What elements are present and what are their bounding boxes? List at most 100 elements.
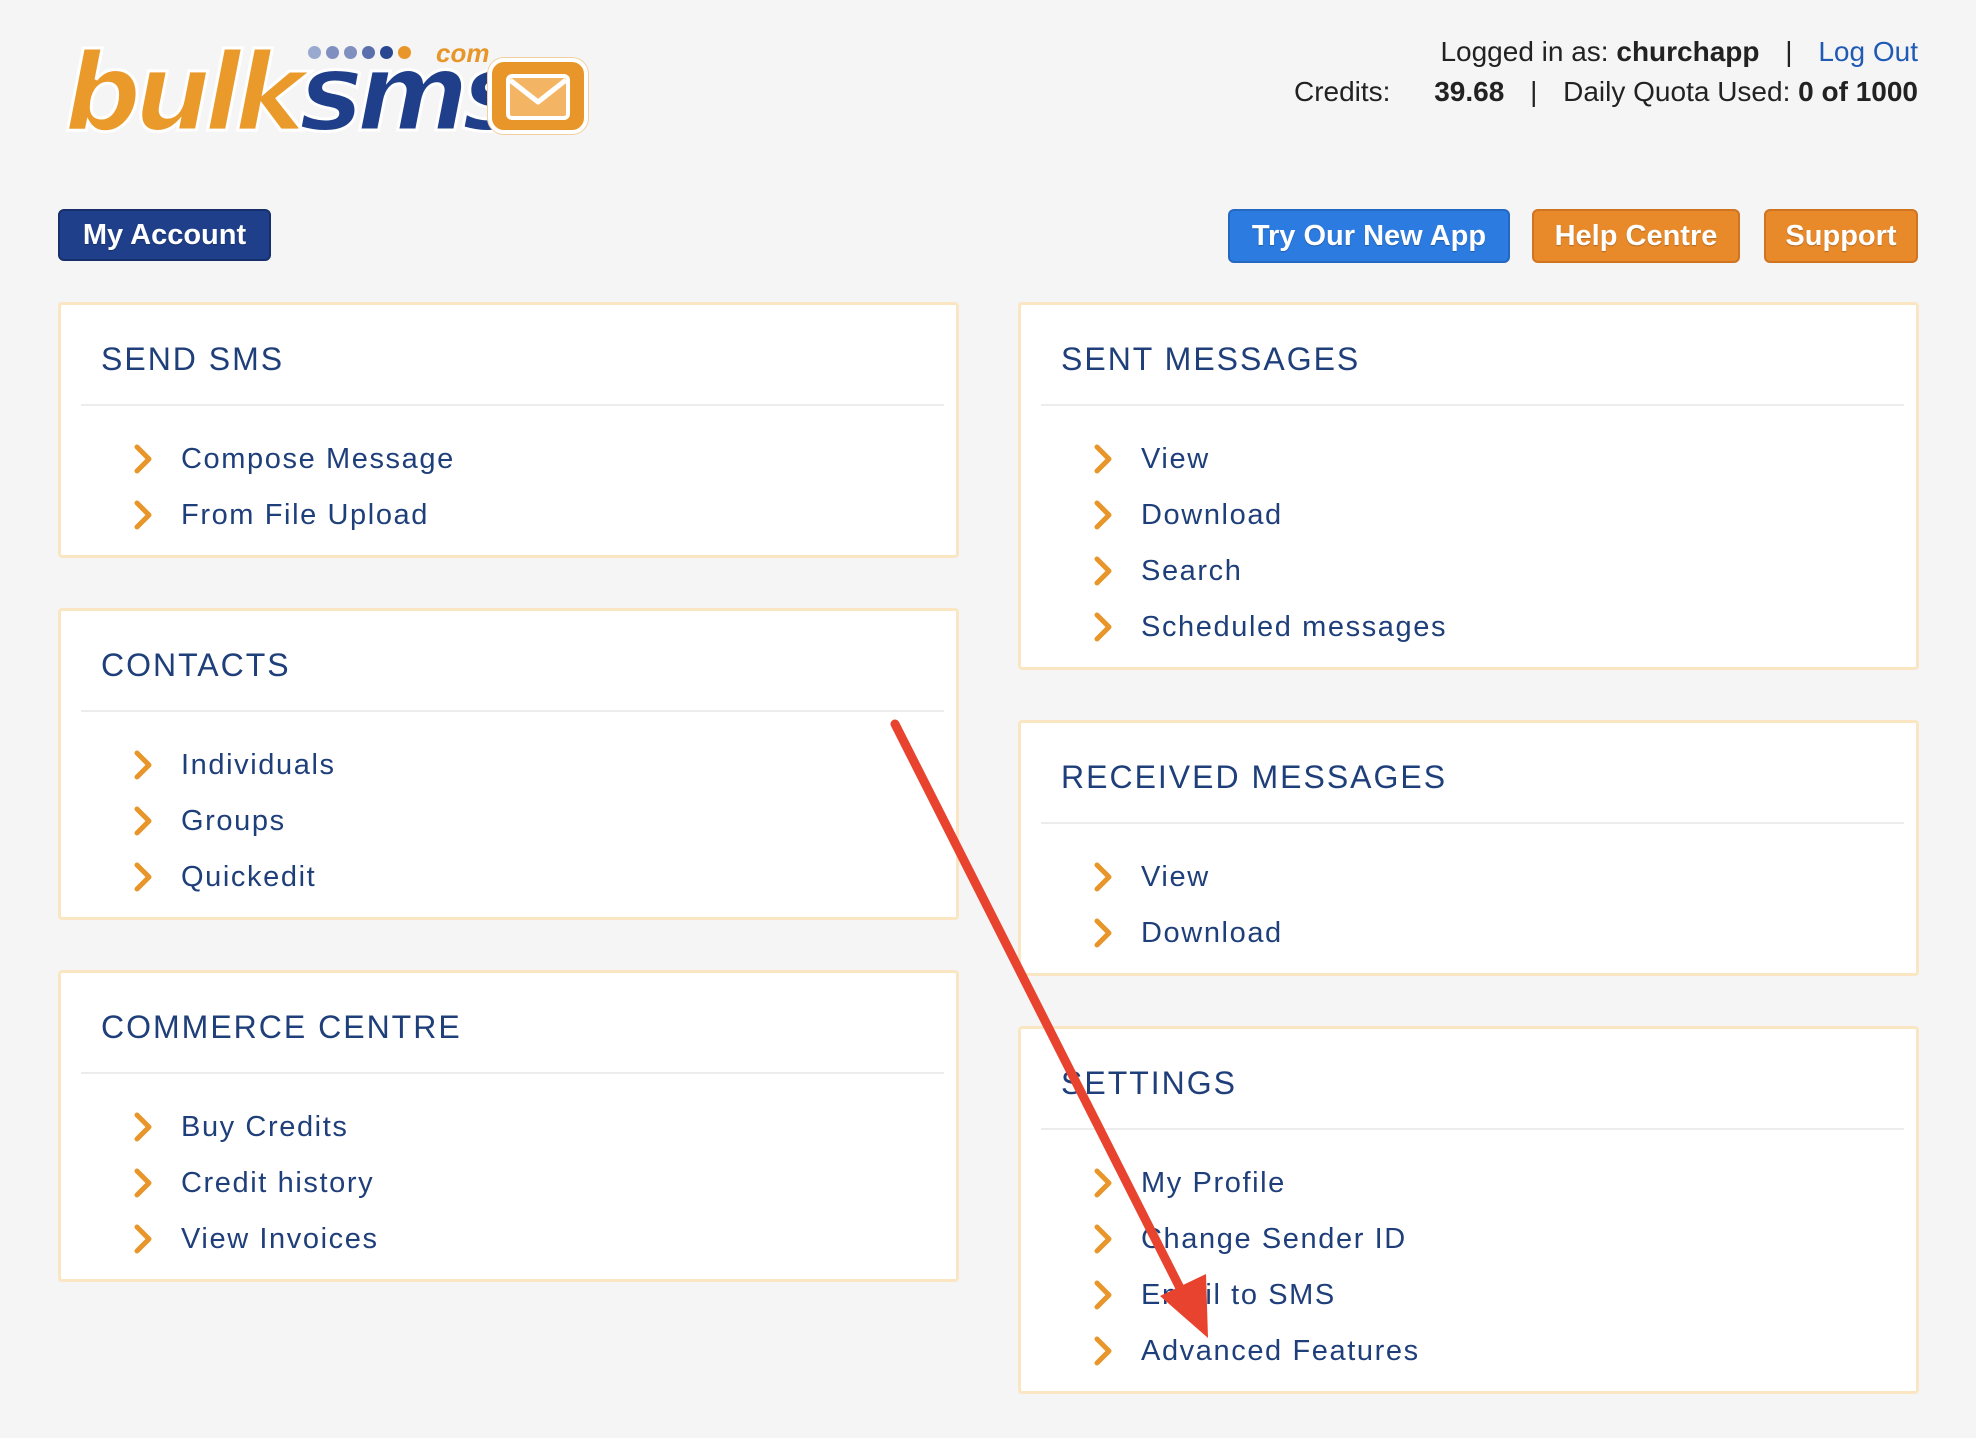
divider: [1041, 822, 1904, 824]
divider: [81, 1072, 944, 1074]
envelope-icon: [488, 58, 588, 134]
divider: [1041, 1128, 1904, 1130]
menu-list: View Download: [1089, 849, 1283, 961]
chevron-right-icon: [134, 1112, 152, 1142]
chevron-right-icon: [1094, 1280, 1112, 1310]
chevron-right-icon: [1094, 1336, 1112, 1366]
divider: [81, 404, 944, 406]
menu-item-label: View: [1141, 442, 1210, 475]
menu-item-label: Compose Message: [181, 442, 455, 475]
chevron-right-icon: [134, 862, 152, 892]
chevron-right-icon: [1094, 1168, 1112, 1198]
panel-title: SENT MESSAGES: [1061, 341, 1361, 377]
credits-line: Credits: 39.68 | Daily Quota Used: 0 of …: [1294, 72, 1918, 112]
menu-item-label: Buy Credits: [181, 1110, 349, 1143]
support-button[interactable]: Support: [1764, 209, 1918, 263]
login-line: Logged in as: churchapp | Log Out: [1294, 32, 1918, 72]
panel-title: SETTINGS: [1061, 1065, 1238, 1101]
chevron-right-icon: [1094, 612, 1112, 642]
panel-title: COMMERCE CENTRE: [101, 1009, 462, 1045]
menu-item-label: Search: [1141, 554, 1243, 587]
logo-part-sms: sms: [298, 31, 528, 156]
menu-list: Buy Credits Credit history View Invoices: [129, 1099, 379, 1267]
panel-sent-messages: SENT MESSAGES View Download Search Sched…: [1018, 302, 1919, 670]
menu-list: Compose Message From File Upload: [129, 431, 455, 543]
panel-commerce-centre: COMMERCE CENTRE Buy Credits Credit histo…: [58, 970, 959, 1282]
menu-item-sent-search[interactable]: Search: [1089, 543, 1447, 599]
chevron-right-icon: [134, 444, 152, 474]
try-new-app-button[interactable]: Try Our New App: [1228, 209, 1510, 263]
menu-item-scheduled-messages[interactable]: Scheduled messages: [1089, 599, 1447, 655]
menu-item-email-to-sms[interactable]: Email to SMS: [1089, 1267, 1420, 1323]
separator: |: [1530, 76, 1538, 107]
chevron-right-icon: [134, 750, 152, 780]
menu-item-groups[interactable]: Groups: [129, 793, 336, 849]
menu-item-buy-credits[interactable]: Buy Credits: [129, 1099, 379, 1155]
menu-item-label: Scheduled messages: [1141, 610, 1448, 643]
chevron-right-icon: [134, 806, 152, 836]
menu-item-label: View Invoices: [181, 1222, 379, 1255]
menu-item-advanced-features[interactable]: Advanced Features: [1089, 1323, 1420, 1379]
logged-in-label: Logged in as:: [1440, 36, 1609, 67]
separator: |: [1785, 36, 1793, 67]
menu-item-label: Individuals: [181, 748, 336, 781]
menu-item-sent-view[interactable]: View: [1089, 431, 1447, 487]
menu-item-sent-download[interactable]: Download: [1089, 487, 1447, 543]
panel-contacts: CONTACTS Individuals Groups Quickedit: [58, 608, 959, 920]
menu-item-received-view[interactable]: View: [1089, 849, 1283, 905]
chevron-right-icon: [1094, 1224, 1112, 1254]
divider: [81, 710, 944, 712]
menu-item-label: Download: [1141, 916, 1283, 949]
user-info: Logged in as: churchapp | Log Out Credit…: [1294, 32, 1918, 112]
menu-item-label: Email to SMS: [1141, 1278, 1336, 1311]
menu-list: My Profile Change Sender ID Email to SMS…: [1089, 1155, 1420, 1379]
quota-value: 0 of 1000: [1798, 76, 1918, 107]
logo-wordmark: bulksms: [62, 38, 527, 149]
panel-title: RECEIVED MESSAGES: [1061, 759, 1448, 795]
menu-item-label: Credit history: [181, 1166, 375, 1199]
credits-label: Credits:: [1293, 76, 1391, 107]
bulksms-logo[interactable]: com bulksms: [58, 36, 598, 149]
divider: [1041, 404, 1904, 406]
chevron-right-icon: [134, 1224, 152, 1254]
panel-title: CONTACTS: [101, 647, 291, 683]
chevron-right-icon: [134, 500, 152, 530]
menu-item-label: Quickedit: [181, 860, 317, 893]
chevron-right-icon: [1094, 556, 1112, 586]
help-centre-button[interactable]: Help Centre: [1532, 209, 1740, 263]
menu-list: View Download Search Scheduled messages: [1089, 431, 1447, 655]
panel-send-sms: SEND SMS Compose Message From File Uploa…: [58, 302, 959, 558]
menu-list: Individuals Groups Quickedit: [129, 737, 336, 905]
quota-label: Daily Quota Used:: [1563, 76, 1791, 107]
menu-item-label: Groups: [181, 804, 286, 837]
menu-item-credit-history[interactable]: Credit history: [129, 1155, 379, 1211]
chevron-right-icon: [1094, 444, 1112, 474]
logout-link[interactable]: Log Out: [1818, 36, 1918, 67]
menu-item-my-profile[interactable]: My Profile: [1089, 1155, 1420, 1211]
chevron-right-icon: [1094, 918, 1112, 948]
username: churchapp: [1616, 36, 1760, 67]
menu-item-received-download[interactable]: Download: [1089, 905, 1283, 961]
menu-item-change-sender-id[interactable]: Change Sender ID: [1089, 1211, 1420, 1267]
menu-item-label: Download: [1141, 498, 1283, 531]
chevron-right-icon: [134, 1168, 152, 1198]
menu-item-view-invoices[interactable]: View Invoices: [129, 1211, 379, 1267]
panel-settings: SETTINGS My Profile Change Sender ID Ema…: [1018, 1026, 1919, 1394]
menu-item-file-upload[interactable]: From File Upload: [129, 487, 455, 543]
my-account-button[interactable]: My Account: [58, 209, 271, 261]
credits-value: 39.68: [1434, 76, 1505, 107]
menu-item-quickedit[interactable]: Quickedit: [129, 849, 336, 905]
menu-item-compose-message[interactable]: Compose Message: [129, 431, 455, 487]
logo-part-bulk: bulk: [62, 31, 307, 156]
menu-item-label: Advanced Features: [1141, 1334, 1420, 1367]
chevron-right-icon: [1094, 500, 1112, 530]
panel-title: SEND SMS: [101, 341, 285, 377]
menu-item-label: Change Sender ID: [1141, 1222, 1407, 1255]
menu-item-label: View: [1141, 860, 1210, 893]
menu-item-individuals[interactable]: Individuals: [129, 737, 336, 793]
panel-received-messages: RECEIVED MESSAGES View Download: [1018, 720, 1919, 976]
menu-item-label: From File Upload: [181, 498, 429, 531]
menu-item-label: My Profile: [1141, 1166, 1286, 1199]
page: com bulksms Logged in as: churchapp | Lo…: [0, 0, 1976, 1438]
chevron-right-icon: [1094, 862, 1112, 892]
